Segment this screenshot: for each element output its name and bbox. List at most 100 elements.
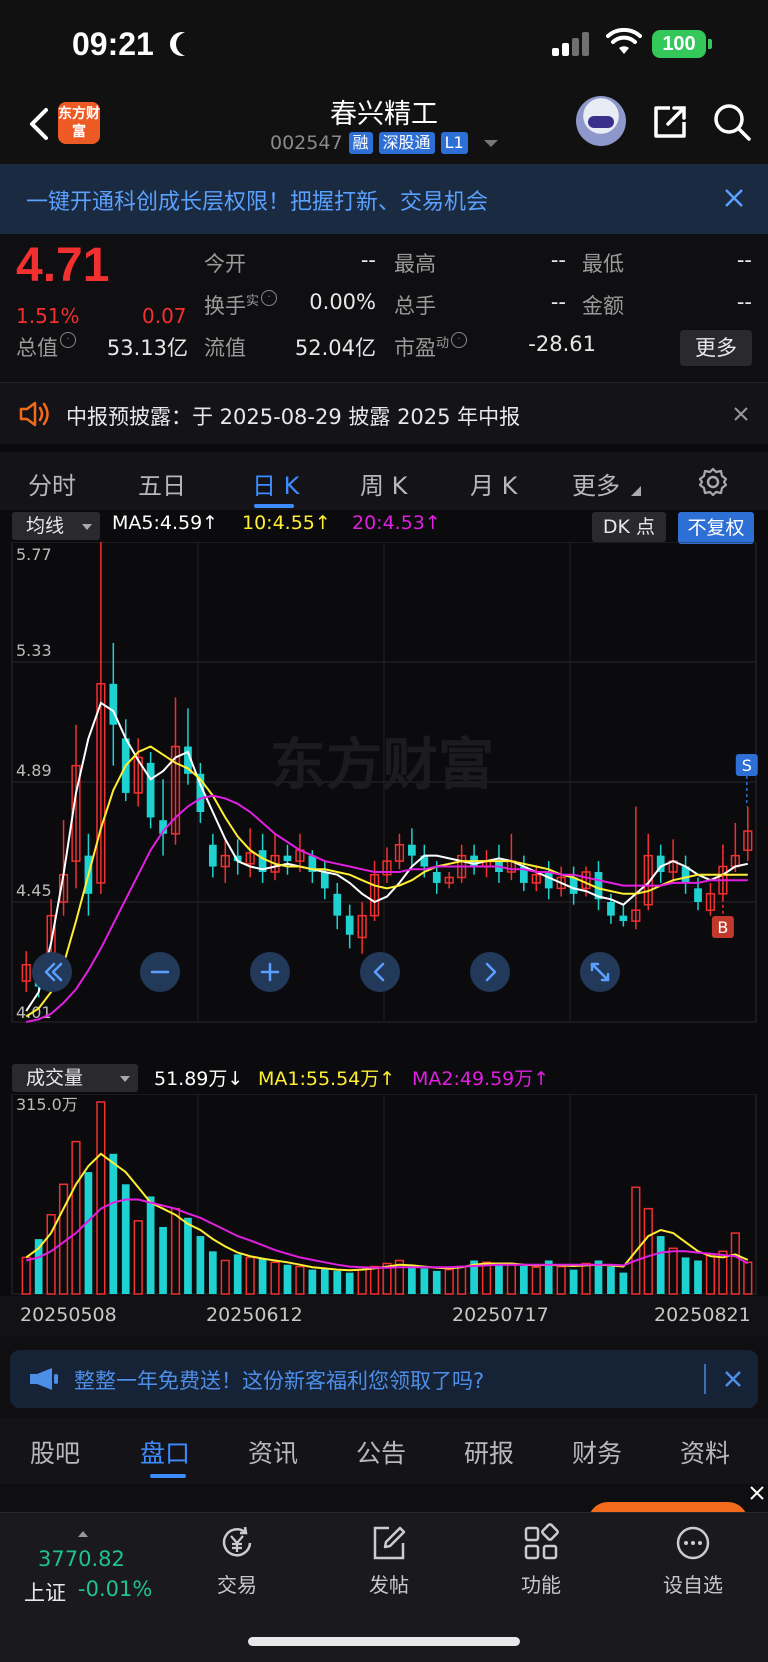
dk-point-button[interactable]: DK 点 (592, 512, 666, 542)
notice-text: 中报预披露：于 2025-08-29 披露 2025 年中报 (66, 405, 521, 429)
candlestick-chart[interactable]: 5.775.334.894.454.01东方财富 SB (0, 542, 768, 1062)
tab-research[interactable]: 研报 (464, 1434, 514, 1470)
zoom-in-icon[interactable] (250, 952, 290, 992)
change-amount: 0.07 (142, 304, 187, 328)
nav-functions[interactable]: 功能 (486, 1523, 596, 1598)
volume-bar (233, 1254, 242, 1294)
pe-value: -28.61 (528, 332, 596, 356)
high-value: -- (550, 248, 566, 272)
ma10-value: 10:4.55↑ (242, 512, 331, 534)
gear-icon[interactable] (697, 466, 729, 498)
promo-banner[interactable]: 一键开通科创成长层权限！把握打新、交易机会 (0, 164, 768, 234)
tab-more[interactable]: 更多 (572, 466, 620, 501)
volume-bar (656, 1236, 665, 1294)
home-indicator (248, 1637, 520, 1646)
share-icon[interactable] (650, 102, 690, 142)
volume-bar (320, 1268, 329, 1294)
volume-bar (21, 1256, 31, 1295)
candle-body (408, 844, 416, 856)
candle-body (544, 872, 553, 889)
close-icon[interactable] (732, 405, 750, 423)
volume-chart[interactable]: 315.0万 (0, 1094, 768, 1296)
mcap-label: 总值 · (16, 332, 76, 362)
candle-body (146, 762, 155, 818)
candle-body (694, 888, 702, 902)
nav-trade[interactable]: 交易 (182, 1523, 292, 1598)
ma5-value: MA5:4.59↑ (112, 512, 219, 534)
volume-bar (245, 1256, 255, 1295)
volume-bar (556, 1265, 566, 1295)
index-value[interactable]: 3770.82 (38, 1547, 125, 1571)
tab-announcements[interactable]: 公告 (356, 1434, 406, 1470)
nav-add-watchlist[interactable]: 设自选 (638, 1523, 748, 1598)
active-tab-indicator (254, 504, 294, 508)
volume-dropdown[interactable]: 成交量 (12, 1064, 138, 1092)
status-time: 09:21 (72, 26, 154, 62)
control-button-bg (360, 952, 400, 992)
amount-value: -- (736, 290, 752, 314)
close-icon[interactable] (720, 184, 748, 212)
tab-news[interactable]: 资讯 (248, 1434, 298, 1470)
signal-icon (552, 32, 592, 56)
kline-chart-area[interactable]: 均线 MA5:4.59↑ 10:4.55↑ 20:4.53↑ DK 点 不复权 … (0, 510, 768, 1336)
tab-profile[interactable]: 资料 (680, 1434, 730, 1470)
tab-intraday[interactable]: 分时 (28, 466, 76, 501)
nav-label: 交易 (217, 1573, 257, 1597)
volume-bar (357, 1268, 367, 1295)
volume-bar (495, 1264, 503, 1294)
volume-bar (607, 1266, 615, 1294)
assistant-robot-icon[interactable] (576, 96, 626, 146)
scroll-right-icon[interactable] (470, 952, 510, 992)
volume-bar (184, 1217, 192, 1294)
change-percent: 1.51% (16, 304, 80, 328)
volume-bar (506, 1262, 517, 1295)
close-icon[interactable] (722, 1368, 744, 1390)
volume-bar (519, 1265, 528, 1294)
tab-weekly-k[interactable]: 周 K (360, 466, 407, 501)
tab-order-book[interactable]: 盘口 (140, 1434, 190, 1470)
volume-bar (369, 1265, 380, 1295)
info-icon: · (451, 332, 468, 348)
float-value: 52.04亿 (294, 336, 376, 360)
close-icon[interactable] (748, 1484, 766, 1502)
tab-financials[interactable]: 财务 (572, 1434, 622, 1470)
tab-monthly-k[interactable]: 月 K (470, 466, 517, 501)
volume-bar (694, 1260, 702, 1294)
fast-back-icon[interactable] (32, 952, 72, 992)
high-label: 最高 (394, 252, 436, 276)
info-icon: · (60, 332, 76, 348)
speaker-icon (19, 401, 49, 427)
detail-tabs: 股吧 盘口 资讯 公告 研报 财务 资料 (0, 1418, 768, 1484)
zoom-out-icon[interactable] (140, 952, 180, 992)
new-user-promo[interactable]: 整整一年免费送！这份新客福利您领取了吗? (10, 1350, 758, 1408)
bottom-nav: 3770.82 上证 -0.01% 交易 发帖 功能 设自选 (0, 1512, 768, 1662)
volume-bar (631, 1186, 641, 1295)
fullscreen-icon[interactable] (580, 952, 620, 992)
index-name[interactable]: 上证 (24, 1577, 66, 1607)
battery-icon: 100 (652, 30, 706, 58)
search-icon[interactable] (712, 102, 752, 142)
tab-five-day[interactable]: 五日 (138, 466, 186, 501)
volume-bar (170, 1207, 181, 1295)
stock-sub[interactable]: 002547 融 深股通 L1 (270, 132, 498, 154)
nav-label: 功能 (521, 1573, 561, 1597)
index-change[interactable]: -0.01% (78, 1577, 152, 1601)
earnings-notice[interactable]: 中报预披露：于 2025-08-29 披露 2025 年中报 (0, 382, 768, 444)
candle-body (333, 893, 342, 916)
more-dots-icon (676, 1526, 710, 1560)
turnover-value: 0.00% (309, 290, 376, 314)
volume-bar (420, 1268, 429, 1294)
shenzhen-connect-tag: 深股通 (378, 132, 435, 154)
tab-forum[interactable]: 股吧 (30, 1434, 80, 1470)
tab-daily-k[interactable]: 日 K (252, 466, 299, 501)
nav-label: 设自选 (663, 1573, 723, 1597)
scroll-left-icon[interactable] (360, 952, 400, 992)
volume-bar (444, 1268, 454, 1295)
nav-post[interactable]: 发帖 (334, 1523, 444, 1598)
indicator-dropdown[interactable]: 均线 (12, 512, 100, 540)
candle-body (569, 877, 578, 894)
y-tick-label: 5.77 (16, 545, 52, 564)
volume-bar (730, 1232, 740, 1295)
no-adjust-button[interactable]: 不复权 (678, 512, 754, 544)
more-quote-button[interactable]: 更多 (680, 330, 752, 366)
